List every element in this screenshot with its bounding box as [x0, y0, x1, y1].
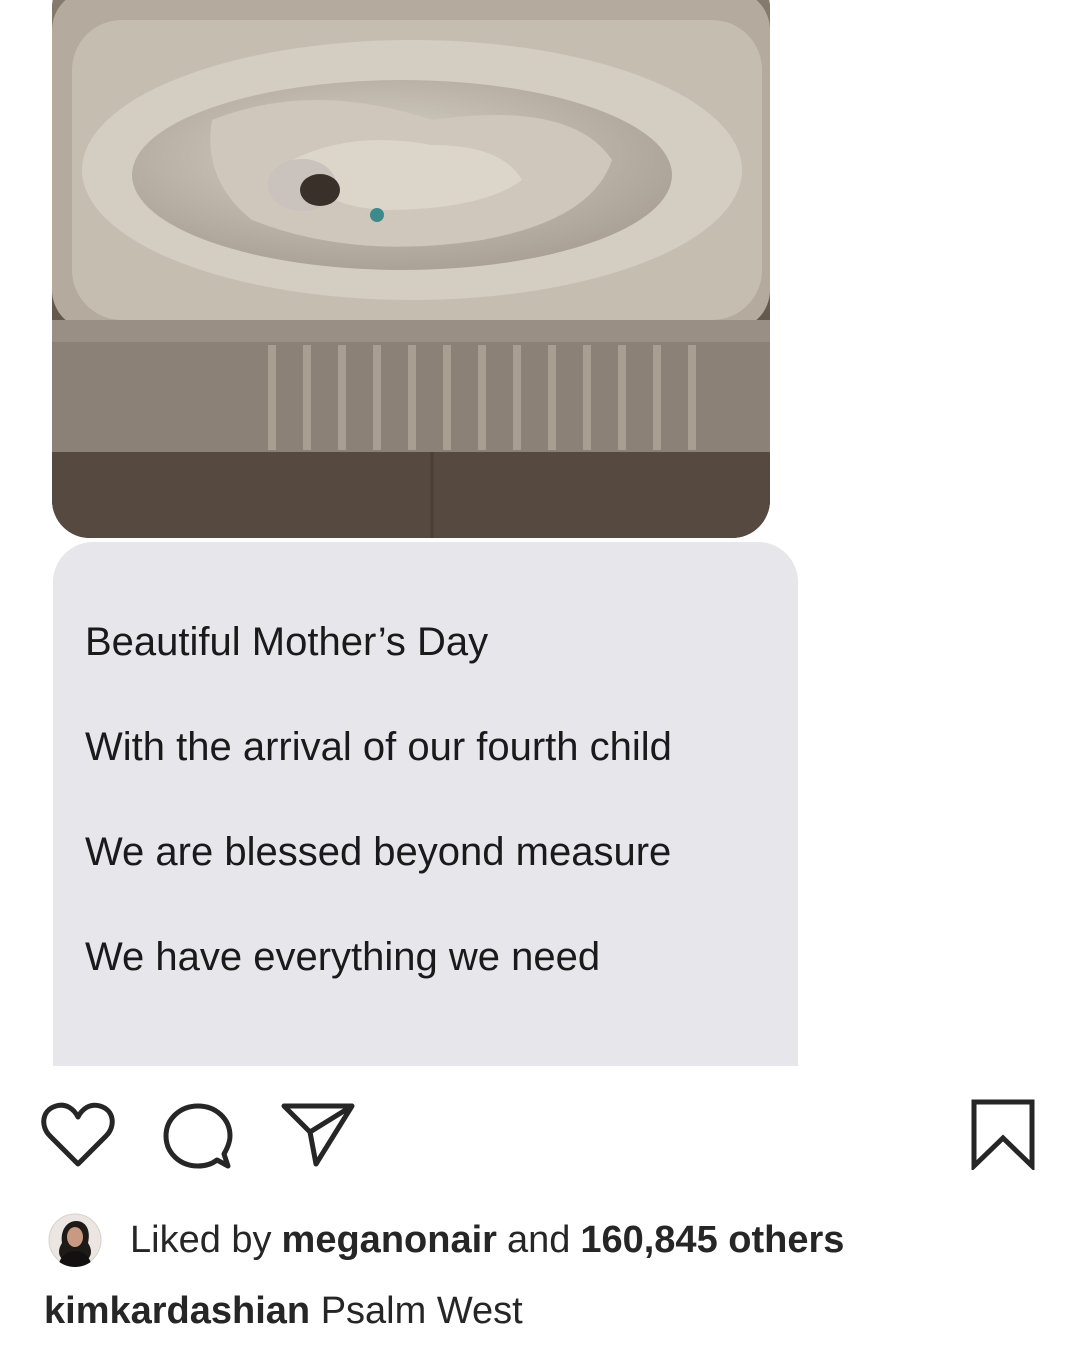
- caption-text: Psalm West: [320, 1290, 523, 1332]
- post-photo[interactable]: [52, 0, 770, 538]
- caption-username-link[interactable]: kimkardashian: [44, 1290, 310, 1332]
- bookmark-icon[interactable]: [970, 1098, 1036, 1175]
- liked-by-middle: and: [506, 1218, 571, 1261]
- message-line-4: We have everything we need: [85, 935, 601, 979]
- likes-row[interactable]: Liked by meganonair and 160,845 others: [48, 1212, 844, 1268]
- message-line-1: Beautiful Mother’s Day: [85, 620, 489, 664]
- paper-plane-icon[interactable]: [280, 1102, 356, 1173]
- caption: kimkardashian Psalm West: [44, 1290, 523, 1333]
- likes-count-link[interactable]: 160,845 others: [580, 1219, 844, 1262]
- liked-by-prefix: Liked by: [130, 1218, 272, 1261]
- avatar[interactable]: [48, 1213, 102, 1267]
- heart-icon[interactable]: [40, 1100, 116, 1175]
- message-line-2: With the arrival of our fourth child: [85, 725, 672, 769]
- message-line-3: We are blessed beyond measure: [85, 830, 672, 874]
- liked-by-user-link[interactable]: meganonair: [282, 1219, 497, 1262]
- message-bubble: Beautiful Mother’s Day With the arrival …: [53, 542, 798, 1066]
- crib-photo-illustration: [52, 0, 770, 538]
- comment-icon[interactable]: [162, 1102, 234, 1177]
